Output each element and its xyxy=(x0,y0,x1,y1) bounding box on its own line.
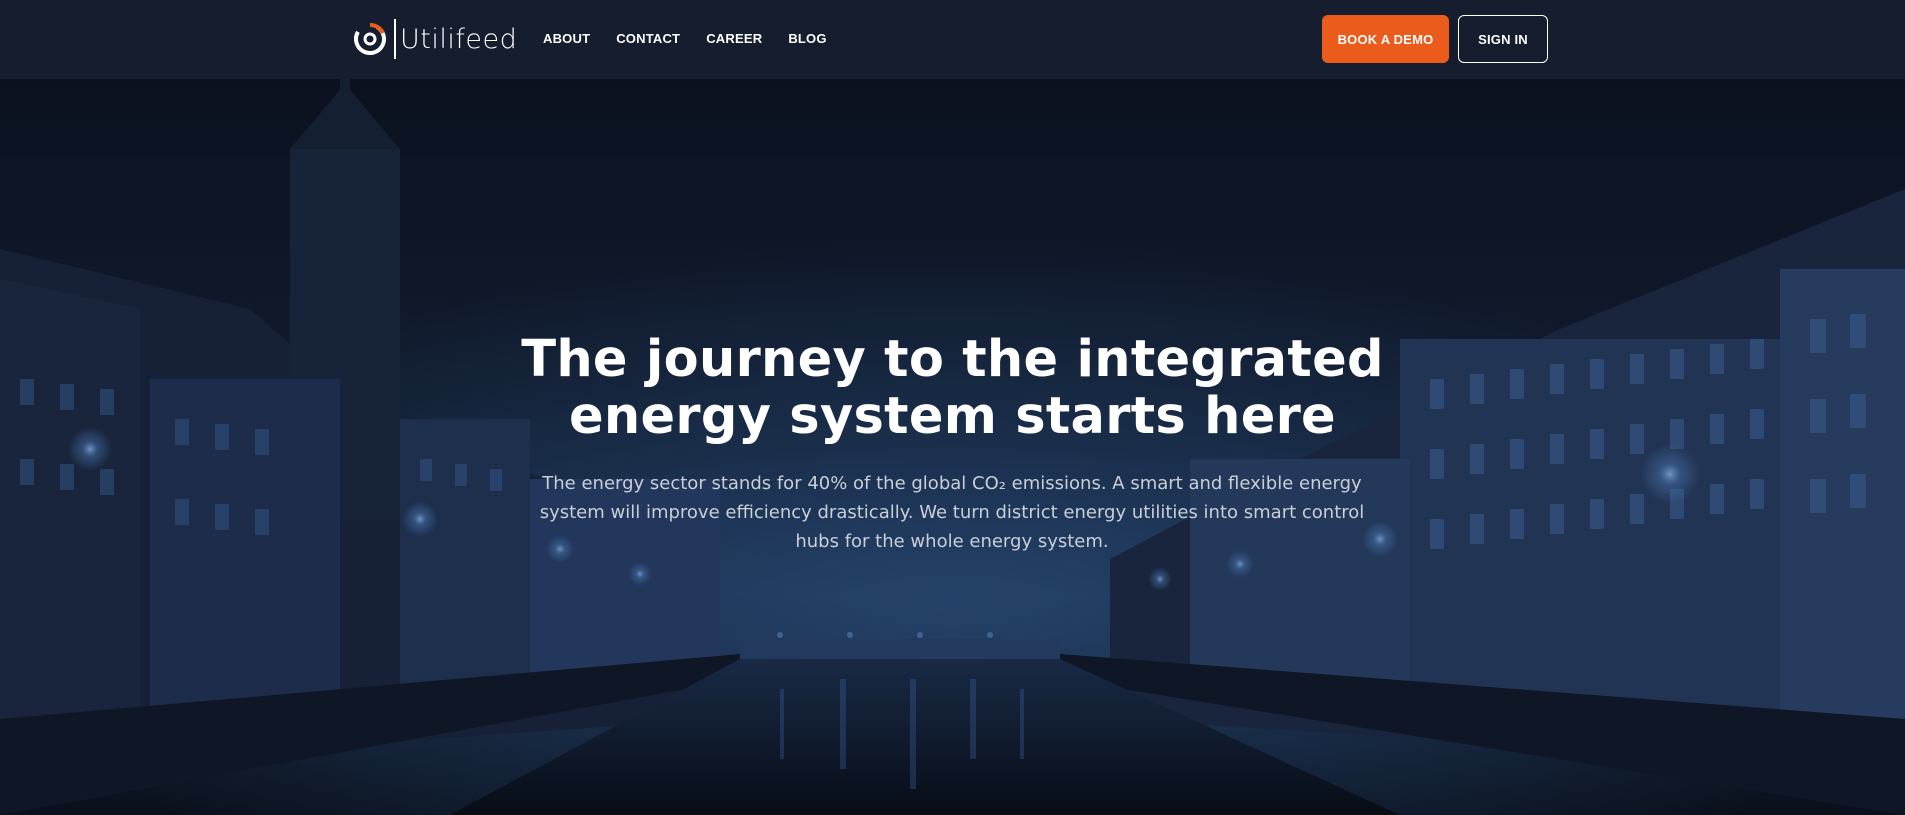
book-demo-button[interactable]: BOOK A DEMO xyxy=(1322,15,1449,63)
sign-in-button[interactable]: SIGN IN xyxy=(1458,15,1548,63)
hero-title-line-2: energy system starts here xyxy=(569,387,1336,446)
utilifeed-logo-icon xyxy=(354,23,386,55)
hero-title: The journey to the integrated energy sys… xyxy=(0,331,1905,445)
page: Utilifeed ABOUT CONTACT CAREER BLOG BOOK… xyxy=(0,0,1905,815)
hero-subtitle: The energy sector stands for 40% of the … xyxy=(539,473,1365,552)
nav-link-about[interactable]: ABOUT xyxy=(543,31,590,46)
hero-title-line-1: The journey to the integrated xyxy=(521,330,1384,389)
site-header: Utilifeed ABOUT CONTACT CAREER BLOG BOOK… xyxy=(0,0,1905,79)
main-nav: ABOUT CONTACT CAREER BLOG xyxy=(543,31,853,46)
brand-logo-link[interactable]: Utilifeed xyxy=(352,18,517,60)
logo-divider xyxy=(394,19,396,59)
hero-background-image xyxy=(0,79,1905,815)
nav-link-contact[interactable]: CONTACT xyxy=(616,31,680,46)
brand-name: Utilifeed xyxy=(400,23,518,55)
nav-link-blog[interactable]: BLOG xyxy=(788,31,826,46)
hero-section: The journey to the integrated energy sys… xyxy=(0,79,1905,815)
nav-link-career[interactable]: CAREER xyxy=(706,31,762,46)
